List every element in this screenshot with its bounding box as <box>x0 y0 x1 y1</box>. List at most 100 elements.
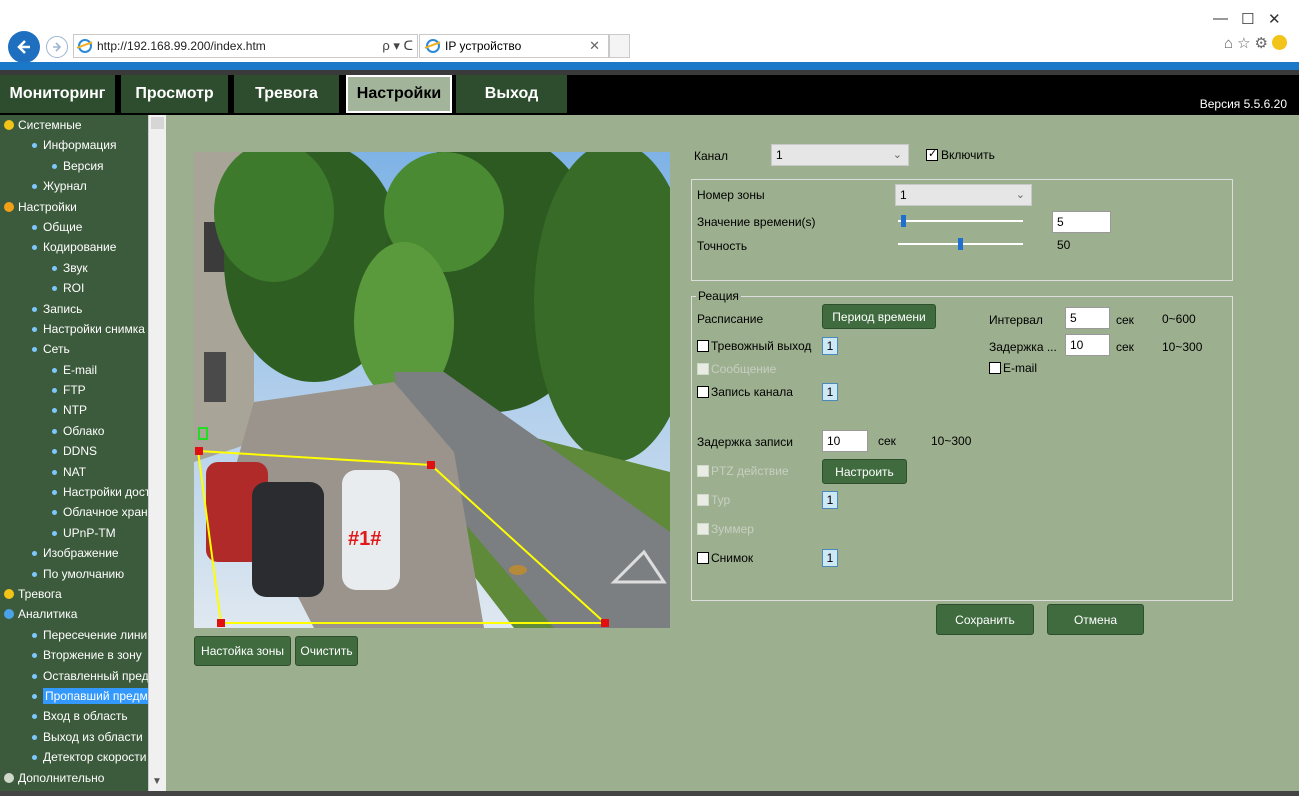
address-bar[interactable]: http://192.168.99.200/index.htm ρ ▾ ᑕ <box>73 34 418 58</box>
channel-select[interactable]: 1 ⌄ <box>771 144 909 166</box>
browser-tab[interactable]: IP устройство ✕ <box>419 34 609 58</box>
zone-vertex <box>217 619 225 627</box>
sidebar-item[interactable]: DDNS <box>0 441 148 461</box>
tab-monitoring[interactable]: Мониторинг <box>0 75 118 113</box>
time-value-input[interactable]: 5 <box>1052 211 1111 233</box>
sidebar-item-label: Настройки <box>18 199 77 214</box>
forward-button[interactable] <box>46 36 68 58</box>
sidebar-item[interactable]: Звук <box>0 258 148 278</box>
ptz-checkbox[interactable] <box>697 465 709 477</box>
record-delay-input[interactable]: 10 <box>822 430 868 452</box>
tour-badge[interactable]: 1 <box>822 491 838 509</box>
sidebar-item[interactable]: UPnP-TM <box>0 523 148 543</box>
sidebar-item-label: Пересечение линии <box>43 627 148 642</box>
record-channel-checkbox[interactable] <box>697 386 709 398</box>
sidebar-item-label: Информация <box>43 138 117 153</box>
scrollbar-thumb[interactable] <box>151 117 164 129</box>
tab-settings[interactable]: Настройки <box>346 75 452 113</box>
new-tab-button[interactable] <box>609 34 630 58</box>
time-slider-thumb[interactable] <box>900 215 906 227</box>
time-slider-track[interactable] <box>898 220 1023 222</box>
minimize-icon[interactable]: — <box>1213 10 1228 27</box>
bullet-icon <box>52 428 57 434</box>
sidebar-item[interactable]: Настройки снимка <box>0 319 148 339</box>
version-label: Версия 5.5.6.20 <box>1199 97 1287 111</box>
bullet-icon <box>52 510 57 516</box>
time-period-button[interactable]: Период времени <box>822 304 936 329</box>
chevron-down-icon: ⌄ <box>892 149 902 161</box>
bullet-icon <box>32 673 37 679</box>
sidebar-item[interactable]: Дополнительно <box>0 768 148 788</box>
sidebar-item[interactable]: Выход из области <box>0 727 148 747</box>
sidebar-item[interactable]: Запись <box>0 299 148 319</box>
camera-preview[interactable]: #1# <box>194 152 670 628</box>
sidebar-item[interactable]: Общие <box>0 217 148 237</box>
sidebar-item[interactable]: Настройки доступа <box>0 482 148 502</box>
sidebar-item[interactable]: Изображение <box>0 543 148 563</box>
tab-logout[interactable]: Выход <box>456 75 570 113</box>
sidebar-item[interactable]: Пересечение линии <box>0 625 148 645</box>
sidebar-item[interactable]: Системные <box>0 115 148 135</box>
enable-checkbox[interactable] <box>926 147 938 161</box>
sidebar-item[interactable]: Облачное хранилище <box>0 502 148 522</box>
sidebar-item[interactable]: Пропавший предмет <box>0 686 148 706</box>
address-url[interactable]: http://192.168.99.200/index.htm <box>97 39 266 53</box>
accuracy-slider-thumb[interactable] <box>958 238 963 250</box>
email-checkbox[interactable] <box>989 362 1001 374</box>
favorites-star-icon[interactable]: ☆ <box>1237 35 1254 52</box>
sidebar-item[interactable]: Информация <box>0 135 148 155</box>
cancel-button[interactable]: Отмена <box>1047 604 1144 635</box>
tab-playback[interactable]: Просмотр <box>121 75 231 113</box>
sidebar-item[interactable]: Сеть <box>0 339 148 359</box>
interval-input[interactable]: 5 <box>1065 307 1110 329</box>
sidebar-item[interactable]: Настройки <box>0 197 148 217</box>
sidebar-item[interactable]: Тревога <box>0 584 148 604</box>
clear-zone-button[interactable]: Очистить <box>295 636 358 666</box>
sidebar-item[interactable]: Версия <box>0 156 148 176</box>
tab-close-icon[interactable]: ✕ <box>589 38 600 54</box>
tour-checkbox[interactable] <box>697 494 709 506</box>
sidebar-item[interactable]: Детектор скорости <box>0 747 148 767</box>
sidebar-item[interactable]: Аналитика <box>0 604 148 624</box>
home-icon[interactable]: ⌂ <box>1224 35 1237 52</box>
ptz-configure-button[interactable]: Настроить <box>822 459 907 484</box>
scroll-down-icon[interactable]: ▼ <box>152 776 162 787</box>
bullet-icon <box>32 347 37 353</box>
channel-select-value: 1 <box>776 148 783 162</box>
sidebar-item-label: Пропавший предмет <box>43 687 148 704</box>
sidebar-item[interactable]: E-mail <box>0 360 148 380</box>
email-label: E-mail <box>1003 361 1038 375</box>
save-button[interactable]: Сохранить <box>936 604 1034 635</box>
sidebar-item[interactable]: ROI <box>0 278 148 298</box>
close-window-icon[interactable]: ✕ <box>1268 10 1281 28</box>
delay-input[interactable]: 10 <box>1065 334 1110 356</box>
sidebar-item[interactable]: Вторжение в зону <box>0 645 148 665</box>
snapshot-badge[interactable]: 1 <box>822 549 838 567</box>
sidebar-item[interactable]: По умолчанию <box>0 564 148 584</box>
sidebar-item[interactable]: Оставленный предмет <box>0 666 148 686</box>
sidebar-item[interactable]: Журнал <box>0 176 148 196</box>
message-checkbox[interactable] <box>697 363 709 375</box>
tab-alarm[interactable]: Тревога <box>234 75 342 113</box>
sidebar-item[interactable]: NTP <box>0 400 148 420</box>
feedback-smiley-icon[interactable] <box>1272 35 1287 50</box>
alarm-output-checkbox[interactable] <box>697 340 709 352</box>
record-channel-badge[interactable]: 1 <box>822 383 838 401</box>
sidebar-item[interactable]: Вход в область <box>0 706 148 726</box>
buzzer-checkbox[interactable] <box>697 523 709 535</box>
sidebar-item[interactable]: Кодирование <box>0 237 148 257</box>
snapshot-checkbox[interactable] <box>697 552 709 564</box>
sidebar-item[interactable]: Облако <box>0 421 148 441</box>
maximize-icon[interactable]: ☐ <box>1241 10 1254 28</box>
sidebar-scrollbar[interactable]: ▼ <box>148 115 166 791</box>
sidebar-item[interactable]: FTP <box>0 380 148 400</box>
zone-number-select[interactable]: 1 ⌄ <box>895 184 1032 206</box>
sidebar-item[interactable]: NAT <box>0 462 148 482</box>
settings-gear-icon[interactable]: ⚙ <box>1255 35 1272 52</box>
bullet-icon <box>32 632 37 638</box>
sidebar-item-label: Аналитика <box>18 607 78 622</box>
zone-setup-button[interactable]: Настойка зоны <box>194 636 291 666</box>
alarm-output-channel-badge[interactable]: 1 <box>822 337 838 355</box>
back-button[interactable] <box>8 31 40 63</box>
address-tools[interactable]: ρ ▾ ᑕ <box>382 38 413 54</box>
